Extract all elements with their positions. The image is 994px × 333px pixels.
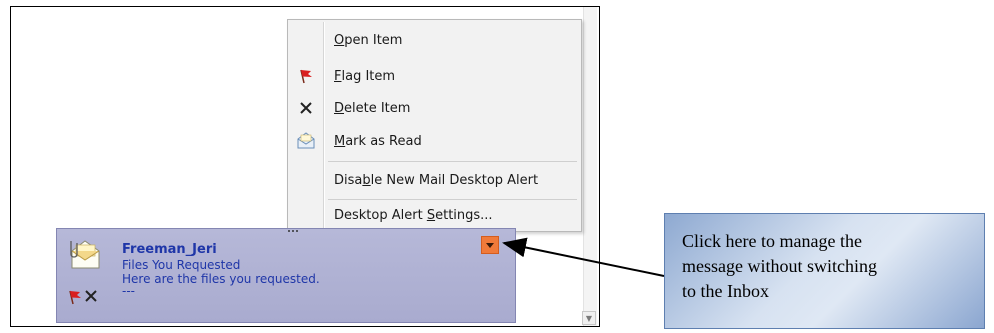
callout-line: message without switching bbox=[682, 256, 877, 276]
callout-line: to the Inbox bbox=[682, 281, 769, 301]
instruction-callout: Click here to manage the message without… bbox=[664, 213, 985, 329]
callout-line: Click here to manage the bbox=[682, 231, 862, 251]
